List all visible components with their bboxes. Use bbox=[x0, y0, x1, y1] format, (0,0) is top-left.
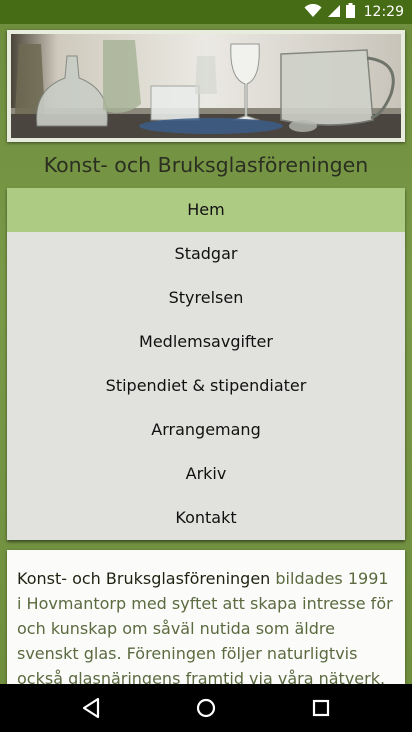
back-icon[interactable] bbox=[78, 694, 106, 722]
page: Konst- och Bruksglasföreningen Hem Stadg… bbox=[0, 24, 412, 684]
recents-icon[interactable] bbox=[307, 694, 335, 722]
glassware-photo bbox=[11, 34, 401, 138]
home-icon[interactable] bbox=[192, 694, 220, 722]
main-menu: Hem Stadgar Styrelsen Medlemsavgifter St… bbox=[7, 188, 405, 540]
status-time: 12:29 bbox=[363, 4, 404, 20]
menu-item-arrangemang[interactable]: Arrangemang bbox=[7, 408, 405, 452]
wifi-icon bbox=[304, 3, 322, 22]
menu-item-hem[interactable]: Hem bbox=[7, 188, 405, 232]
intro-organisation-name: Konst- och Bruksglasföreningen bbox=[17, 569, 271, 588]
status-icons: 12:29 bbox=[304, 0, 404, 24]
menu-item-kontakt[interactable]: Kontakt bbox=[7, 496, 405, 540]
menu-item-medlemsavgifter[interactable]: Medlemsavgifter bbox=[7, 320, 405, 364]
battery-icon bbox=[345, 2, 355, 22]
status-bar: 12:29 bbox=[0, 0, 412, 24]
menu-item-stadgar[interactable]: Stadgar bbox=[7, 232, 405, 276]
system-navigation-bar bbox=[0, 684, 412, 732]
menu-item-stipendiet[interactable]: Stipendiet & stipendiater bbox=[7, 364, 405, 408]
site-title: Konst- och Bruksglasföreningen bbox=[43, 153, 369, 177]
intro-paragraph: Konst- och Bruksglasföreningen bildades … bbox=[7, 550, 405, 684]
intro-section: Konst- och Bruksglasföreningen bildades … bbox=[7, 550, 405, 684]
menu-item-arkiv[interactable]: Arkiv bbox=[7, 452, 405, 496]
banner-frame bbox=[7, 30, 405, 142]
menu-item-styrelsen[interactable]: Styrelsen bbox=[7, 276, 405, 320]
signal-icon bbox=[327, 3, 341, 22]
